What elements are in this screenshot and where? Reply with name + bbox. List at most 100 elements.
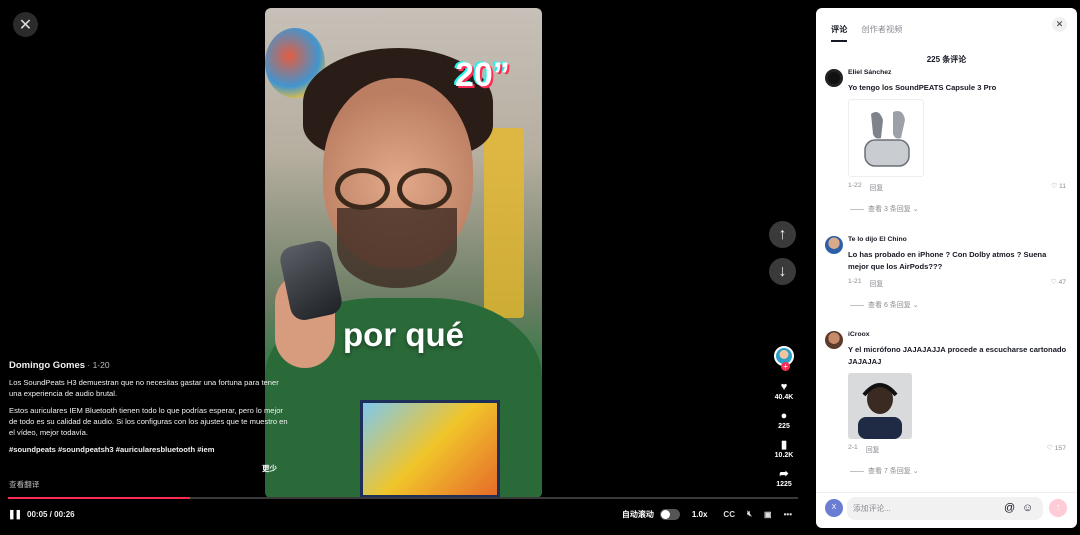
save-count: 10.2K bbox=[774, 452, 794, 459]
author-name[interactable]: Domingo Gomes bbox=[9, 360, 85, 371]
comment-meta: 2-1 回复 ♡ 157 bbox=[848, 444, 1068, 454]
comment-meta: 1-22 回复 ♡ 11 bbox=[848, 182, 1068, 192]
speed-button[interactable]: 1.0x bbox=[692, 510, 708, 519]
comment-text: Y el micrófono JAJAJAJJA procede a escuc… bbox=[848, 345, 1067, 366]
autoplay-label: 自动滚动 bbox=[621, 509, 654, 519]
share-count: 1225 bbox=[776, 481, 792, 488]
close-icon: ✕ bbox=[1055, 19, 1064, 29]
view-replies-label: 查看 7 条回复 bbox=[868, 468, 911, 475]
player-controls: ❚❚ 00:05 / 00:26 自动滚动 1.0x CC 🔇︎ ▣ ••• bbox=[8, 504, 798, 524]
mention-icon[interactable]: @ bbox=[1004, 497, 1015, 520]
video-person-beard bbox=[337, 208, 457, 288]
comment-button[interactable]: ● 225 bbox=[770, 409, 798, 430]
share-icon: ➦ bbox=[779, 468, 789, 480]
save-button[interactable]: ▮ 10.2K bbox=[770, 438, 798, 459]
reply-button[interactable]: 回复 bbox=[870, 182, 884, 192]
comment-count: 225 bbox=[778, 423, 790, 430]
emoji-icon[interactable]: ☺ bbox=[1022, 497, 1033, 520]
view-replies-button[interactable]: 查看 7 条回复 ⌄ bbox=[850, 466, 1068, 476]
view-replies-label: 查看 3 条回复 bbox=[868, 206, 911, 213]
next-video-button[interactable]: ↓ bbox=[769, 258, 796, 285]
comment-count-heading: 225 条评论 bbox=[926, 55, 967, 64]
progress-bar[interactable] bbox=[8, 497, 798, 499]
mute-icon[interactable]: 🔇︎ bbox=[747, 509, 752, 519]
reply-button[interactable]: 回复 bbox=[870, 278, 884, 288]
avatar[interactable] bbox=[825, 331, 843, 349]
previous-video-button[interactable]: ↑ bbox=[769, 221, 796, 248]
background-shelf bbox=[484, 128, 524, 318]
comments-panel: 评论 创作者视频 ✕ 225 条评论 Eliel Sánchez Yo teng… bbox=[816, 8, 1077, 528]
comment-like-count: 11 bbox=[1058, 183, 1066, 190]
tab-creator-videos[interactable]: 创作者视频 bbox=[861, 23, 902, 42]
comment-text: Lo has probado en iPhone ? Con Dolby atm… bbox=[848, 250, 1047, 271]
comment-image[interactable] bbox=[848, 373, 912, 439]
action-column: + ♥ 40.4K ● 225 ▮ 10.2K ➦ 1225 bbox=[770, 346, 798, 488]
commenter-name[interactable]: Te lo dijo El Chino bbox=[848, 236, 1068, 243]
comment-placeholder: 添加评论... bbox=[853, 504, 891, 513]
arrow-up-icon: ↑ bbox=[1055, 502, 1061, 513]
arrow-up-icon: ↑ bbox=[778, 225, 787, 243]
arrow-down-icon: ↓ bbox=[778, 262, 787, 280]
progress-fill bbox=[8, 497, 190, 499]
chevron-down-icon: ⌄ bbox=[912, 468, 919, 475]
comment-like-button[interactable]: ♡ 157 bbox=[1047, 444, 1066, 454]
comment-icon: ● bbox=[780, 410, 788, 422]
close-button[interactable]: ✕ bbox=[13, 12, 38, 37]
comment-image[interactable] bbox=[848, 99, 924, 177]
more-options-icon[interactable]: ••• bbox=[784, 510, 792, 519]
pause-icon[interactable]: ❚❚ bbox=[8, 509, 22, 520]
app: ✕ 20” por qué ↑ ↓ + ♥ 40.4K ● 225 ▮ 10.2K ➦… bbox=[0, 0, 1080, 535]
author-avatar[interactable]: + bbox=[774, 346, 794, 371]
tab-comments[interactable]: 评论 bbox=[831, 23, 848, 42]
video-time-overlay: 20” bbox=[455, 56, 510, 94]
person-image bbox=[848, 373, 912, 439]
video-player: ✕ 20” por qué ↑ ↓ + ♥ 40.4K ● 225 ▮ 10.2K ➦… bbox=[0, 0, 810, 535]
chevron-down-icon: ⌄ bbox=[912, 302, 919, 309]
comment-text: Yo tengo los SoundPEATS Capsule 3 Pro bbox=[848, 83, 997, 92]
view-replies-label: 查看 6 条回复 bbox=[868, 302, 911, 309]
send-button[interactable]: ↑ bbox=[1049, 499, 1067, 517]
comment-date: 2-1 bbox=[848, 444, 858, 451]
autoplay-toggle[interactable] bbox=[659, 508, 680, 520]
reply-button[interactable]: 回复 bbox=[866, 444, 880, 454]
comment-like-button[interactable]: ♡ 11 bbox=[1051, 182, 1066, 192]
captions-button[interactable]: CC bbox=[723, 510, 735, 519]
post-date: · 1-20 bbox=[85, 360, 110, 370]
description-paragraph: Los SoundPeats H3 demuestran que no nece… bbox=[9, 378, 279, 398]
comment-input-bar: X 添加评论... @ ☺ ↑ bbox=[816, 492, 1077, 528]
author-line: Domingo Gomes · 1-20 bbox=[9, 360, 291, 371]
close-icon: ✕ bbox=[18, 16, 33, 34]
playback-time: 00:05 / 00:26 bbox=[27, 509, 75, 519]
avatar[interactable] bbox=[825, 69, 843, 87]
comment-date: 1-22 bbox=[848, 182, 862, 189]
avatar[interactable]: X bbox=[825, 499, 843, 517]
heart-icon: ♥ bbox=[780, 381, 788, 393]
commenter-name[interactable]: Eliel Sánchez bbox=[848, 69, 1068, 76]
video-person-glasses bbox=[335, 168, 470, 210]
commenter-name[interactable]: iCroox bbox=[848, 331, 1068, 338]
comment-like-count: 157 bbox=[1054, 445, 1066, 452]
comment-like-button[interactable]: ♡ 47 bbox=[1050, 278, 1066, 288]
see-translation-link[interactable]: 查看翻译 bbox=[9, 479, 39, 490]
panel-tabs: 评论 创作者视频 bbox=[831, 23, 902, 42]
comment-input[interactable]: 添加评论... @ ☺ bbox=[847, 497, 1043, 520]
share-button[interactable]: ➦ 1225 bbox=[770, 467, 798, 488]
avatar[interactable] bbox=[825, 236, 843, 254]
pip-icon[interactable]: ▣ bbox=[764, 510, 772, 519]
description-paragraph: Estos auriculares IEM Bluetooth tienen t… bbox=[9, 406, 288, 437]
like-button[interactable]: ♥ 40.4K bbox=[770, 380, 798, 401]
video-frame[interactable]: 20” por qué bbox=[265, 8, 542, 498]
show-less-button[interactable]: 更少 bbox=[262, 463, 277, 474]
panel-close-button[interactable]: ✕ bbox=[1052, 17, 1067, 32]
video-description: Domingo Gomes · 1-20 Los SoundPeats H3 d… bbox=[9, 360, 291, 461]
comment-like-count: 47 bbox=[1058, 279, 1066, 286]
view-replies-button[interactable]: 查看 3 条回复 ⌄ bbox=[850, 204, 1068, 214]
view-replies-button[interactable]: 查看 6 条回复 ⌄ bbox=[850, 300, 1068, 310]
bookmark-icon: ▮ bbox=[780, 439, 788, 451]
sweater-graphic bbox=[360, 400, 500, 498]
video-caption: por qué bbox=[343, 316, 464, 353]
hashtags[interactable]: #soundpeats #soundpeatsh3 #auricularesbl… bbox=[9, 444, 291, 455]
like-count: 40.4K bbox=[774, 394, 794, 401]
follow-plus-icon[interactable]: + bbox=[781, 362, 790, 371]
chevron-down-icon: ⌄ bbox=[912, 206, 919, 213]
